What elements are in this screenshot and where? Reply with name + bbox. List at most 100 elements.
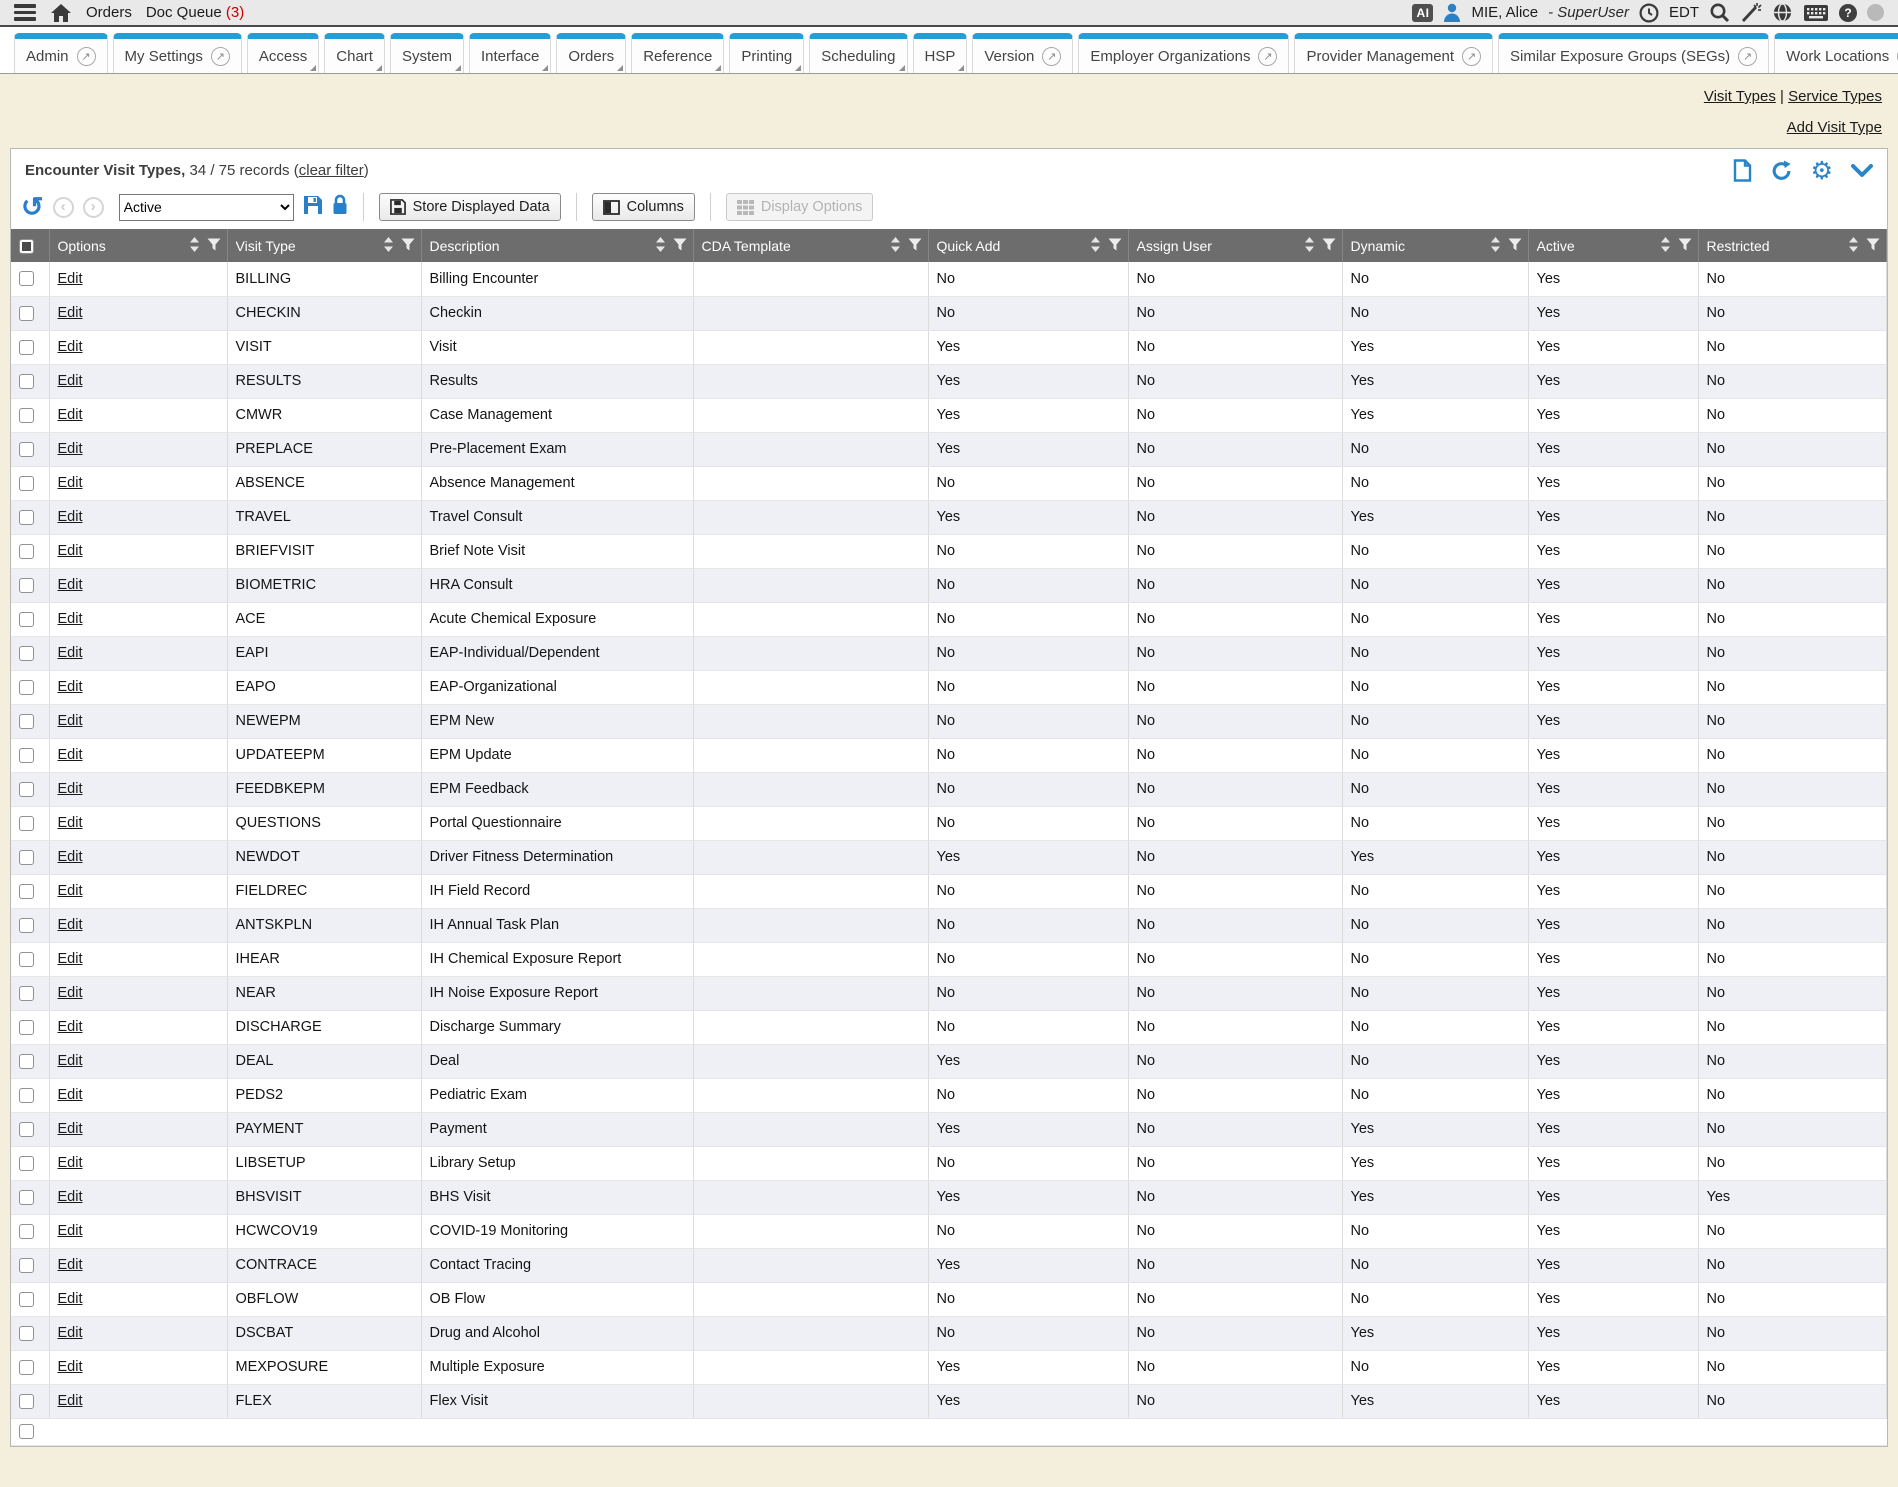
row-checkbox[interactable] — [19, 816, 34, 831]
edit-link[interactable]: Edit — [58, 1223, 83, 1239]
row-checkbox[interactable] — [19, 1122, 34, 1137]
sort-icon[interactable] — [1660, 237, 1671, 255]
row-checkbox[interactable] — [19, 510, 34, 525]
row-checkbox[interactable] — [19, 1360, 34, 1375]
row-checkbox[interactable] — [19, 1394, 34, 1409]
row-checkbox[interactable] — [19, 306, 34, 321]
next-page-icon[interactable]: › — [83, 197, 104, 218]
lock-icon[interactable] — [332, 194, 348, 220]
row-checkbox[interactable] — [19, 680, 34, 695]
row-checkbox[interactable] — [19, 1224, 34, 1239]
row-checkbox[interactable] — [19, 408, 34, 423]
column-header-quick-add[interactable]: Quick Add — [928, 229, 1128, 262]
row-checkbox[interactable] — [19, 578, 34, 593]
edit-link[interactable]: Edit — [58, 1257, 83, 1273]
search-icon[interactable] — [1709, 2, 1730, 23]
chevron-down-icon[interactable] — [1851, 164, 1873, 178]
edit-link[interactable]: Edit — [58, 577, 83, 593]
edit-link[interactable]: Edit — [58, 1087, 83, 1103]
tab-interface[interactable]: Interface — [469, 33, 551, 73]
filter-icon[interactable] — [207, 238, 221, 254]
refresh-icon[interactable] — [1770, 160, 1793, 182]
row-checkbox[interactable] — [19, 884, 34, 899]
edit-link[interactable]: Edit — [58, 1121, 83, 1137]
row-checkbox[interactable] — [19, 850, 34, 865]
status-filter-select[interactable]: Active — [119, 194, 294, 221]
sort-icon[interactable] — [189, 237, 200, 255]
sort-icon[interactable] — [1304, 237, 1315, 255]
sort-icon[interactable] — [1090, 237, 1101, 255]
sort-icon[interactable] — [655, 237, 666, 255]
select-all-checkbox[interactable] — [19, 239, 34, 254]
tab-similar-exposure-groups-segs[interactable]: Similar Exposure Groups (SEGs)↗ — [1498, 33, 1769, 73]
menu-doc-queue[interactable]: Doc Queue (3) — [146, 4, 244, 21]
edit-link[interactable]: Edit — [58, 1359, 83, 1375]
edit-link[interactable]: Edit — [58, 713, 83, 729]
tab-scheduling[interactable]: Scheduling — [809, 33, 907, 73]
globe-icon[interactable] — [1772, 2, 1793, 23]
tab-provider-management[interactable]: Provider Management↗ — [1294, 33, 1493, 73]
row-checkbox[interactable] — [19, 442, 34, 457]
edit-link[interactable]: Edit — [58, 305, 83, 321]
row-checkbox[interactable] — [19, 782, 34, 797]
column-header-assign-user[interactable]: Assign User — [1128, 229, 1342, 262]
row-checkbox[interactable] — [19, 1020, 34, 1035]
row-checkbox[interactable] — [19, 271, 34, 286]
visit-types-link[interactable]: Visit Types — [1704, 88, 1776, 105]
edit-link[interactable]: Edit — [58, 747, 83, 763]
filter-icon[interactable] — [1508, 238, 1522, 254]
external-link-icon[interactable]: ↗ — [1258, 47, 1277, 66]
edit-link[interactable]: Edit — [58, 985, 83, 1001]
row-checkbox[interactable] — [19, 374, 34, 389]
home-icon[interactable] — [50, 3, 72, 23]
edit-link[interactable]: Edit — [58, 1155, 83, 1171]
store-displayed-data-button[interactable]: Store Displayed Data — [379, 193, 561, 221]
tab-printing[interactable]: Printing — [729, 33, 804, 73]
row-checkbox[interactable] — [19, 1190, 34, 1205]
row-checkbox[interactable] — [19, 748, 34, 763]
menu-orders[interactable]: Orders — [86, 4, 132, 21]
hamburger-menu-icon[interactable] — [14, 4, 36, 21]
edit-link[interactable]: Edit — [58, 883, 83, 899]
edit-link[interactable]: Edit — [58, 441, 83, 457]
tab-reference[interactable]: Reference — [631, 33, 724, 73]
edit-link[interactable]: Edit — [58, 271, 83, 287]
tab-chart[interactable]: Chart — [324, 33, 385, 73]
edit-link[interactable]: Edit — [58, 373, 83, 389]
edit-link[interactable]: Edit — [58, 509, 83, 525]
filter-icon[interactable] — [1866, 238, 1880, 254]
row-checkbox[interactable] — [19, 340, 34, 355]
filter-icon[interactable] — [1678, 238, 1692, 254]
filter-icon[interactable] — [673, 238, 687, 254]
edit-link[interactable]: Edit — [58, 1291, 83, 1307]
select-all-footer-checkbox[interactable] — [19, 1424, 34, 1439]
row-checkbox[interactable] — [19, 952, 34, 967]
undo-icon[interactable]: ↺ — [21, 196, 44, 218]
edit-link[interactable]: Edit — [58, 1053, 83, 1069]
edit-link[interactable]: Edit — [58, 1189, 83, 1205]
ai-icon[interactable]: AI — [1412, 4, 1433, 22]
row-checkbox[interactable] — [19, 714, 34, 729]
external-link-icon[interactable]: ↗ — [1462, 47, 1481, 66]
external-link-icon[interactable]: ↗ — [1738, 47, 1757, 66]
add-visit-type-link[interactable]: Add Visit Type — [1787, 119, 1882, 136]
new-page-icon[interactable] — [1733, 159, 1752, 182]
keyboard-icon[interactable] — [1803, 4, 1829, 22]
external-link-icon[interactable]: ↗ — [77, 47, 96, 66]
edit-link[interactable]: Edit — [58, 339, 83, 355]
save-filter-icon[interactable] — [303, 195, 323, 220]
edit-link[interactable]: Edit — [58, 917, 83, 933]
edit-link[interactable]: Edit — [58, 475, 83, 491]
column-header-restricted[interactable]: Restricted — [1698, 229, 1887, 262]
edit-link[interactable]: Edit — [58, 951, 83, 967]
row-checkbox[interactable] — [19, 476, 34, 491]
columns-button[interactable]: Columns — [592, 193, 695, 221]
column-header-dynamic[interactable]: Dynamic — [1342, 229, 1528, 262]
edit-link[interactable]: Edit — [58, 611, 83, 627]
row-checkbox[interactable] — [19, 1156, 34, 1171]
tab-version[interactable]: Version↗ — [972, 33, 1073, 73]
sort-icon[interactable] — [890, 237, 901, 255]
filter-icon[interactable] — [1322, 238, 1336, 254]
edit-link[interactable]: Edit — [58, 679, 83, 695]
row-checkbox[interactable] — [19, 986, 34, 1001]
